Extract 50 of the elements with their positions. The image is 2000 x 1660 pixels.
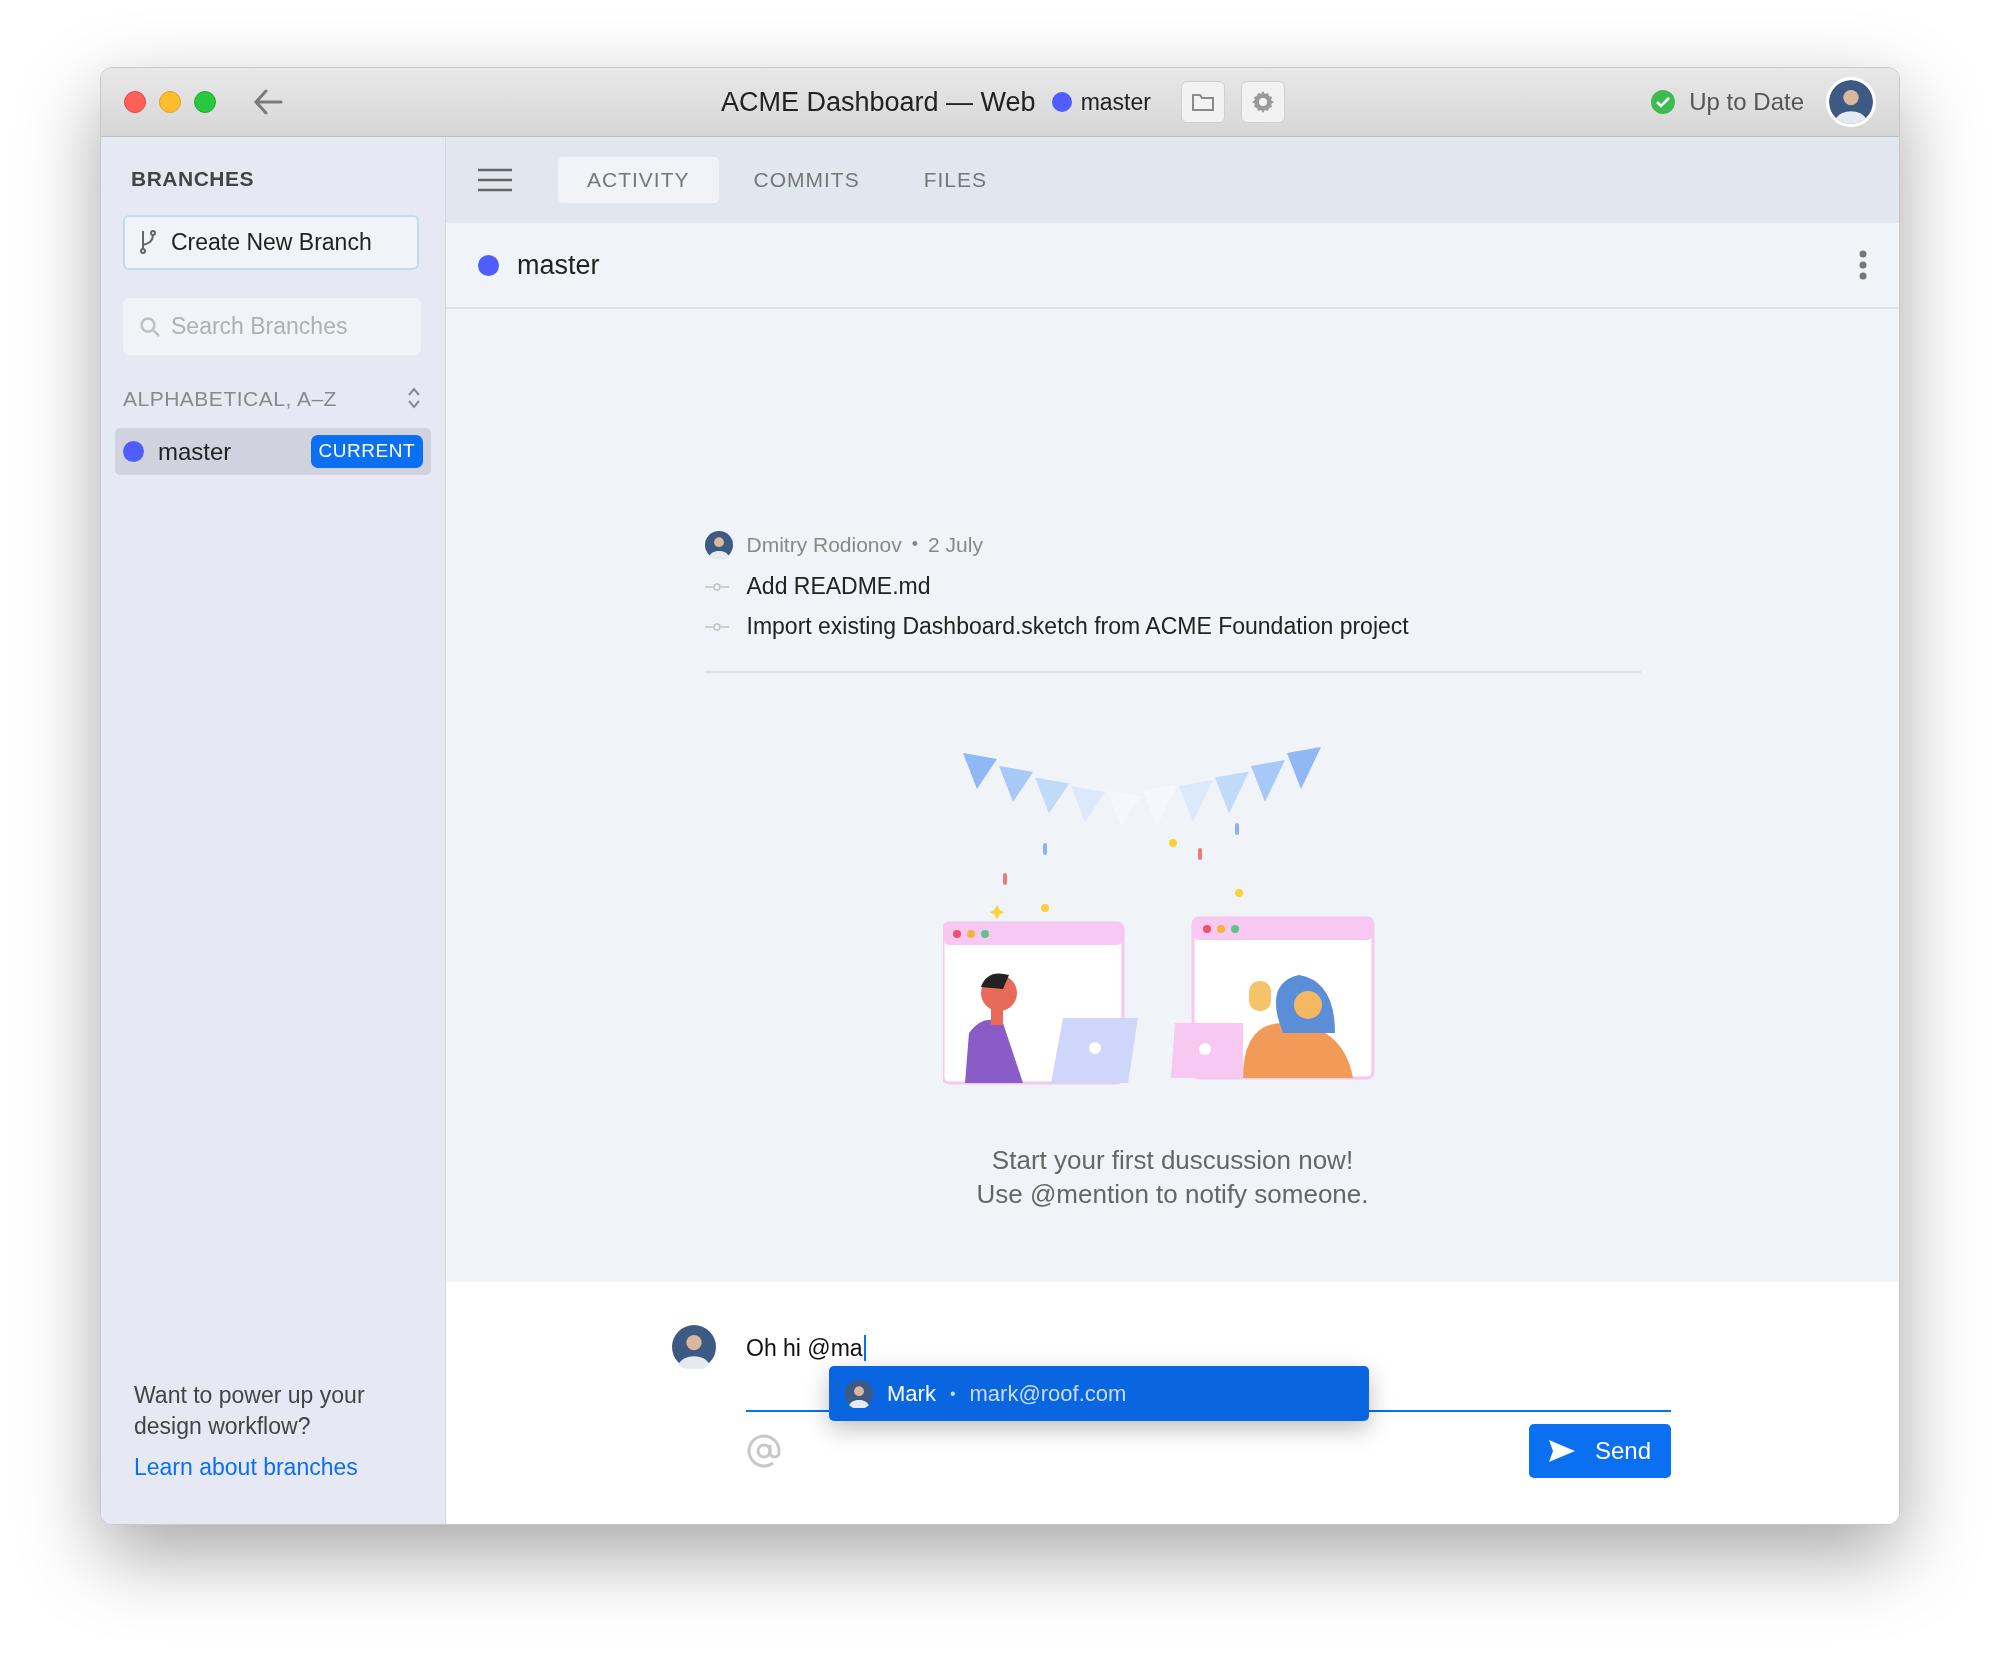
learn-link[interactable]: Learn about branches [134,1449,358,1484]
sort-chevrons-icon[interactable] [407,386,421,411]
empty-state-text: Start your first duscussion now! [991,1143,1354,1177]
commit-icon [704,622,729,631]
close-button[interactable] [124,91,146,113]
send-icon [1548,1440,1575,1462]
user-avatar[interactable] [1826,77,1876,127]
suggestion-name: Mark [887,1380,936,1408]
tab[interactable]: ACTIVITY [558,157,719,203]
settings-button[interactable] [1240,81,1285,123]
search-field[interactable]: Search Branches [123,297,421,355]
commit-author: Dmitry Rodionov [746,532,902,558]
menu-icon[interactable] [478,168,512,192]
promo-text: Want to power up your design workflow? [134,1380,366,1441]
folder-icon [1190,92,1215,112]
branch-icon [139,229,157,255]
more-icon[interactable] [1859,250,1867,280]
commit-message: Import existing Dashboard.sketch from ACME Foundation project [746,612,1409,642]
window-title: ACME Dashboard — Web [721,85,1036,119]
tab[interactable]: FILES [894,157,1017,203]
sync-status: Up to Date [1689,87,1804,117]
maximize-button[interactable] [194,91,216,113]
branch-name: master [158,436,233,467]
branch-item[interactable]: master CURRENT [115,428,431,475]
sidebar-heading: BRANCHES [131,166,255,192]
suggestion-avatar [845,1379,873,1408]
search-icon [139,315,161,338]
separator-dot: • [949,1383,956,1404]
empty-state-text: Use @mention to notify someone. [976,1177,1369,1211]
suggestion-email: mark@roof.com [969,1380,1127,1408]
separator-dot: • [911,533,919,557]
avatar-icon [1829,80,1873,124]
gear-icon [1250,90,1275,114]
minimize-button[interactable] [159,91,181,113]
current-tag: CURRENT [310,435,423,468]
create-branch-button[interactable]: Create New Branch [123,214,419,270]
author-avatar [704,530,733,559]
branch-name: master [1080,87,1151,117]
mention-suggestion[interactable]: Mark • mark@roof.com [829,1366,1369,1421]
sort-label: ALPHABETICAL, A–Z [123,385,337,412]
folder-button[interactable] [1180,81,1225,123]
author-avatar [672,1325,716,1369]
tab[interactable]: COMMITS [724,157,889,203]
mention-icon[interactable] [746,1433,782,1469]
branch-title: master [517,248,601,282]
back-arrow-icon[interactable] [252,88,284,116]
send-button[interactable]: Send [1529,1424,1671,1478]
commit-icon [704,582,729,591]
commit-date: 2 July [928,532,983,558]
commit-message: Add README.md [746,572,931,602]
